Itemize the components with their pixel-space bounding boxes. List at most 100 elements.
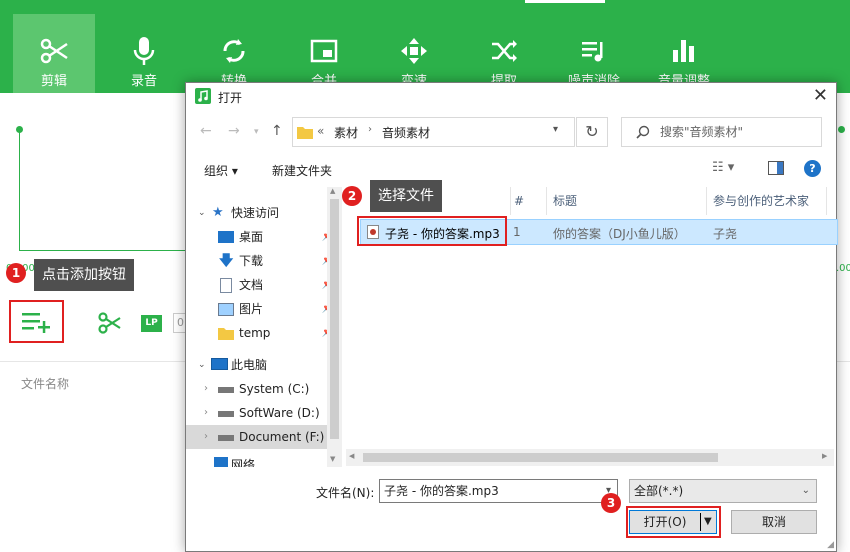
tree-item-desktop[interactable]: 桌面 📌 <box>186 225 342 249</box>
folder-icon <box>218 328 234 340</box>
forward-icon[interactable]: → <box>228 123 240 139</box>
scrollbar-thumb[interactable] <box>330 199 339 439</box>
filename-label: 文件名(N): <box>316 486 375 500</box>
drive-icon <box>218 387 234 393</box>
chevron-down-icon: ⌄ <box>198 208 206 218</box>
column-artist[interactable]: 参与创作的艺术家 <box>713 187 809 215</box>
network-icon <box>214 457 228 467</box>
tree-item-label: 图片 <box>239 302 264 316</box>
search-input[interactable]: 搜索"音频素材" <box>621 117 822 147</box>
tool-record-button[interactable]: 录音 <box>103 14 185 93</box>
add-list-icon <box>22 313 50 333</box>
tree-item-drive-f[interactable]: › Document (F:) <box>186 425 342 449</box>
tree-item-label: 此电脑 <box>231 358 268 372</box>
preview-pane-icon[interactable] <box>768 161 784 175</box>
file-type-value: 全部(*.*) <box>634 484 684 498</box>
cancel-button[interactable]: 取消 <box>731 510 817 534</box>
tool-label: 录音 <box>130 74 157 89</box>
tree-item-temp[interactable]: temp 📌 <box>186 321 342 345</box>
column-divider <box>706 187 707 215</box>
speed-icon <box>401 38 427 64</box>
file-artist-cell: 子尧 <box>713 227 738 241</box>
up-icon[interactable]: ↑ <box>271 123 283 139</box>
microphone-icon <box>133 37 155 65</box>
computer-icon <box>211 358 228 370</box>
navigation-scrollbar[interactable]: ▲ ▼ <box>327 187 342 467</box>
file-type-select[interactable]: 全部(*.*) ⌄ <box>629 479 817 503</box>
chevron-right-icon: › <box>368 124 372 135</box>
view-options-icon[interactable]: ☷ ▾ <box>712 160 734 175</box>
tool-label: 剪辑 <box>40 74 67 89</box>
chevron-down-icon[interactable]: ▾ <box>553 124 558 135</box>
tree-item-downloads[interactable]: 🡇 下载 📌 <box>186 249 342 273</box>
file-number-cell: 1 <box>513 225 521 239</box>
scroll-right-icon[interactable]: ▶ <box>822 452 827 460</box>
lp-button[interactable]: LP <box>141 315 162 332</box>
back-icon[interactable]: ← <box>200 123 212 139</box>
address-bar[interactable]: « 素材 › 音频素材 ▾ <box>292 117 575 147</box>
tree-item-label: 文档 <box>239 278 264 292</box>
column-divider <box>546 187 547 215</box>
star-icon: ★ <box>212 205 224 220</box>
help-icon[interactable]: ? <box>804 160 821 177</box>
refresh-icon: ↻ <box>585 122 599 141</box>
chevron-down-icon: ⌄ <box>198 360 206 370</box>
tree-item-label: 下载 <box>239 254 264 268</box>
recent-dropdown-icon[interactable]: ▾ <box>254 127 259 137</box>
tree-item-label: SoftWare (D:) <box>239 406 320 420</box>
column-divider <box>826 187 827 215</box>
filename-value: 子尧 - 你的答案.mp3 <box>384 484 499 498</box>
chevron-right-icon: › <box>204 383 208 394</box>
tree-item-this-pc[interactable]: ⌄ 此电脑 <box>186 353 342 377</box>
tree-item-label: Document (F:) <box>239 430 325 444</box>
bars-icon <box>673 40 694 62</box>
file-list-hscrollbar[interactable]: ◀ ▶ <box>346 449 834 466</box>
navigation-pane: ⌄ ★ 快速访问 桌面 📌 🡇 下载 📌 文档 📌 图片 📌 temp 📌 <box>186 187 342 467</box>
close-icon[interactable]: ✕ <box>813 85 828 106</box>
music-file-icon <box>195 88 211 104</box>
desktop-icon <box>218 231 234 243</box>
document-icon <box>220 278 232 293</box>
scroll-left-icon[interactable]: ◀ <box>349 452 354 460</box>
chevron-down-icon: ⌄ <box>801 485 810 496</box>
organize-menu[interactable]: 组织 ▾ <box>204 162 238 179</box>
step-3-badge: 3 <box>601 493 621 513</box>
refresh-button[interactable]: ↻ <box>576 117 608 147</box>
selection-end-handle[interactable] <box>838 126 845 133</box>
file-title-cell: 你的答案（DJ小鱼儿版） <box>553 227 686 241</box>
tree-item-drive-d[interactable]: › SoftWare (D:) <box>186 401 342 425</box>
scrollbar-thumb[interactable] <box>363 453 718 462</box>
tree-item-documents[interactable]: 文档 📌 <box>186 273 342 297</box>
address-crumb-1[interactable]: 素材 <box>334 124 358 141</box>
cut-tool-icon[interactable] <box>98 312 122 334</box>
chevron-right-icon: › <box>204 431 208 442</box>
title-strip <box>525 0 605 3</box>
tree-item-label: 网络 <box>231 458 256 467</box>
step-2-badge: 2 <box>342 186 362 206</box>
dialog-toolbar: 组织 ▾ 新建文件夹 ☷ ▾ ? <box>186 151 836 187</box>
picture-icon <box>218 303 234 316</box>
scroll-up-icon[interactable]: ▲ <box>330 187 335 195</box>
tool-cut-button[interactable]: 剪辑 <box>13 14 95 93</box>
tree-item-network[interactable]: 网络 <box>186 453 342 467</box>
tree-item-drive-c[interactable]: › System (C:) <box>186 377 342 401</box>
new-folder-button[interactable]: 新建文件夹 <box>272 162 332 179</box>
resize-grip-icon[interactable]: ◢ <box>827 540 834 550</box>
address-prefix: « <box>317 124 325 138</box>
add-file-button[interactable] <box>10 301 63 342</box>
step-1-badge: 1 <box>6 263 26 283</box>
top-toolbar: 剪辑 录音 转换 合并 变速 提取 噪声消除 音量调整 <box>0 0 850 93</box>
scissors-icon <box>40 38 68 64</box>
scroll-down-icon[interactable]: ▼ <box>330 455 335 463</box>
column-title[interactable]: 标题 <box>553 187 577 215</box>
address-crumb-2[interactable]: 音频素材 <box>382 124 430 141</box>
tree-item-quick-access[interactable]: ⌄ ★ 快速访问 <box>186 201 342 225</box>
tree-item-pictures[interactable]: 图片 📌 <box>186 297 342 321</box>
dialog-title: 打开 <box>218 91 243 105</box>
highlight-box-file <box>357 216 507 246</box>
column-number[interactable]: # <box>514 187 524 215</box>
folder-icon <box>297 127 313 139</box>
filename-input[interactable]: 子尧 - 你的答案.mp3 ▾ <box>379 479 618 503</box>
tree-item-label: 桌面 <box>239 230 264 244</box>
download-icon: 🡇 <box>219 253 234 269</box>
